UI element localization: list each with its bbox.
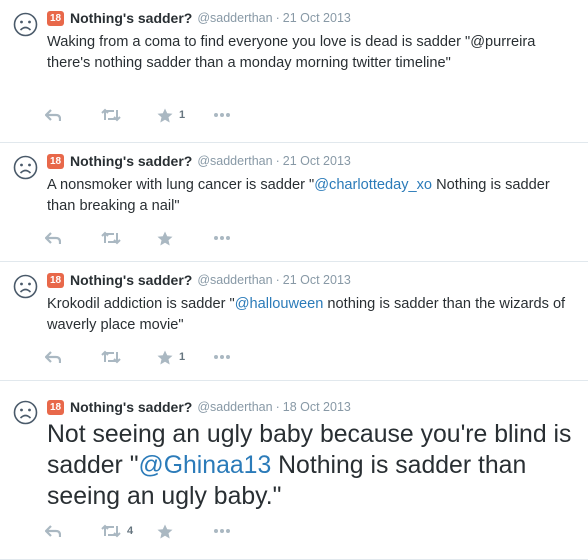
more-icon (214, 236, 230, 240)
favorite-button[interactable]: 1 (157, 108, 213, 123)
reply-icon (45, 351, 61, 363)
favorite-count: 1 (179, 351, 186, 363)
retweet-button[interactable] (101, 231, 157, 245)
author-username[interactable]: @sadderthan (197, 273, 272, 287)
author-name[interactable]: Nothing's sadder? (70, 10, 192, 26)
star-icon (157, 524, 173, 538)
tweet-header: 18 Nothing's sadder? @sadderthan · 21 Oc… (47, 9, 351, 27)
reply-button[interactable] (45, 350, 101, 364)
reply-button[interactable] (45, 108, 101, 122)
timestamp[interactable]: 21 Oct 2013 (283, 273, 351, 287)
sad-face-icon[interactable] (13, 274, 38, 299)
retweet-icon (101, 350, 121, 364)
separator: · (275, 154, 280, 168)
reply-icon (45, 232, 61, 244)
tweet[interactable]: 18 Nothing's sadder? @sadderthan · 21 Oc… (0, 262, 588, 381)
mention-link[interactable]: @Ghinaa13 (139, 452, 272, 479)
reply-icon (45, 109, 61, 121)
retweet-icon (101, 231, 121, 245)
tweet-text: Not seeing an ugly baby because you're b… (47, 421, 572, 510)
author-name[interactable]: Nothing's sadder? (70, 153, 192, 169)
more-icon (214, 355, 230, 359)
favorite-count: 1 (179, 109, 186, 121)
tweet[interactable]: 18 Nothing's sadder? @sadderthan · 18 Oc… (0, 381, 588, 560)
retweet-button[interactable] (101, 350, 157, 364)
tweet-text: Waking from a coma to find everyone you … (47, 34, 536, 71)
reply-button[interactable] (45, 231, 101, 245)
tweet[interactable]: 18 Nothing's sadder? @sadderthan · 21 Oc… (0, 143, 588, 262)
star-icon (157, 108, 173, 122)
favorite-button[interactable] (157, 524, 213, 539)
retweet-button[interactable]: 4 (101, 524, 157, 538)
retweet-count: 4 (127, 525, 134, 537)
timestamp[interactable]: 18 Oct 2013 (283, 400, 351, 414)
star-icon (157, 350, 173, 364)
more-button[interactable] (213, 112, 269, 118)
reply-button[interactable] (45, 524, 101, 538)
sad-face-icon[interactable] (13, 12, 38, 37)
tweet-actions: 4 (45, 521, 269, 541)
tweet-actions: 1 (45, 347, 269, 367)
reply-icon (45, 525, 61, 537)
tweet-header: 18 Nothing's sadder? @sadderthan · 18 Oc… (47, 398, 351, 416)
favorite-button[interactable]: 1 (157, 350, 213, 365)
tweet-text: A nonsmoker with lung cancer is sadder "… (47, 177, 550, 214)
tweet[interactable]: 18 Nothing's sadder? @sadderthan · 21 Oc… (0, 0, 588, 143)
age-badge: 18 (47, 399, 64, 415)
more-button[interactable] (213, 235, 269, 241)
retweet-icon (101, 524, 121, 538)
author-username[interactable]: @sadderthan (197, 400, 272, 414)
star-icon (157, 231, 173, 245)
author-username[interactable]: @sadderthan (197, 11, 272, 25)
timestamp[interactable]: 21 Oct 2013 (283, 11, 351, 25)
tweet-text: Krokodil addiction is sadder "@hallouwee… (47, 296, 566, 333)
mention-link[interactable]: @hallouween (235, 296, 324, 312)
more-icon (214, 529, 230, 533)
age-badge: 18 (47, 272, 64, 288)
author-name[interactable]: Nothing's sadder? (70, 399, 192, 415)
mention-link[interactable]: @charlotteday_xo (314, 177, 432, 193)
sad-face-icon[interactable] (13, 400, 38, 425)
tweet-header: 18 Nothing's sadder? @sadderthan · 21 Oc… (47, 271, 351, 289)
age-badge: 18 (47, 10, 64, 26)
favorite-button[interactable] (157, 231, 213, 246)
separator: · (275, 400, 280, 414)
separator: · (275, 11, 280, 25)
more-button[interactable] (213, 354, 269, 360)
retweet-button[interactable] (101, 108, 157, 122)
retweet-icon (101, 108, 121, 122)
tweet-actions: 1 (45, 105, 269, 125)
author-name[interactable]: Nothing's sadder? (70, 272, 192, 288)
sad-face-icon[interactable] (13, 155, 38, 180)
more-button[interactable] (213, 528, 269, 534)
more-icon (214, 113, 230, 117)
author-username[interactable]: @sadderthan (197, 154, 272, 168)
age-badge: 18 (47, 153, 64, 169)
timestamp[interactable]: 21 Oct 2013 (283, 154, 351, 168)
tweet-header: 18 Nothing's sadder? @sadderthan · 21 Oc… (47, 152, 351, 170)
tweet-actions (45, 228, 269, 248)
separator: · (275, 273, 280, 287)
